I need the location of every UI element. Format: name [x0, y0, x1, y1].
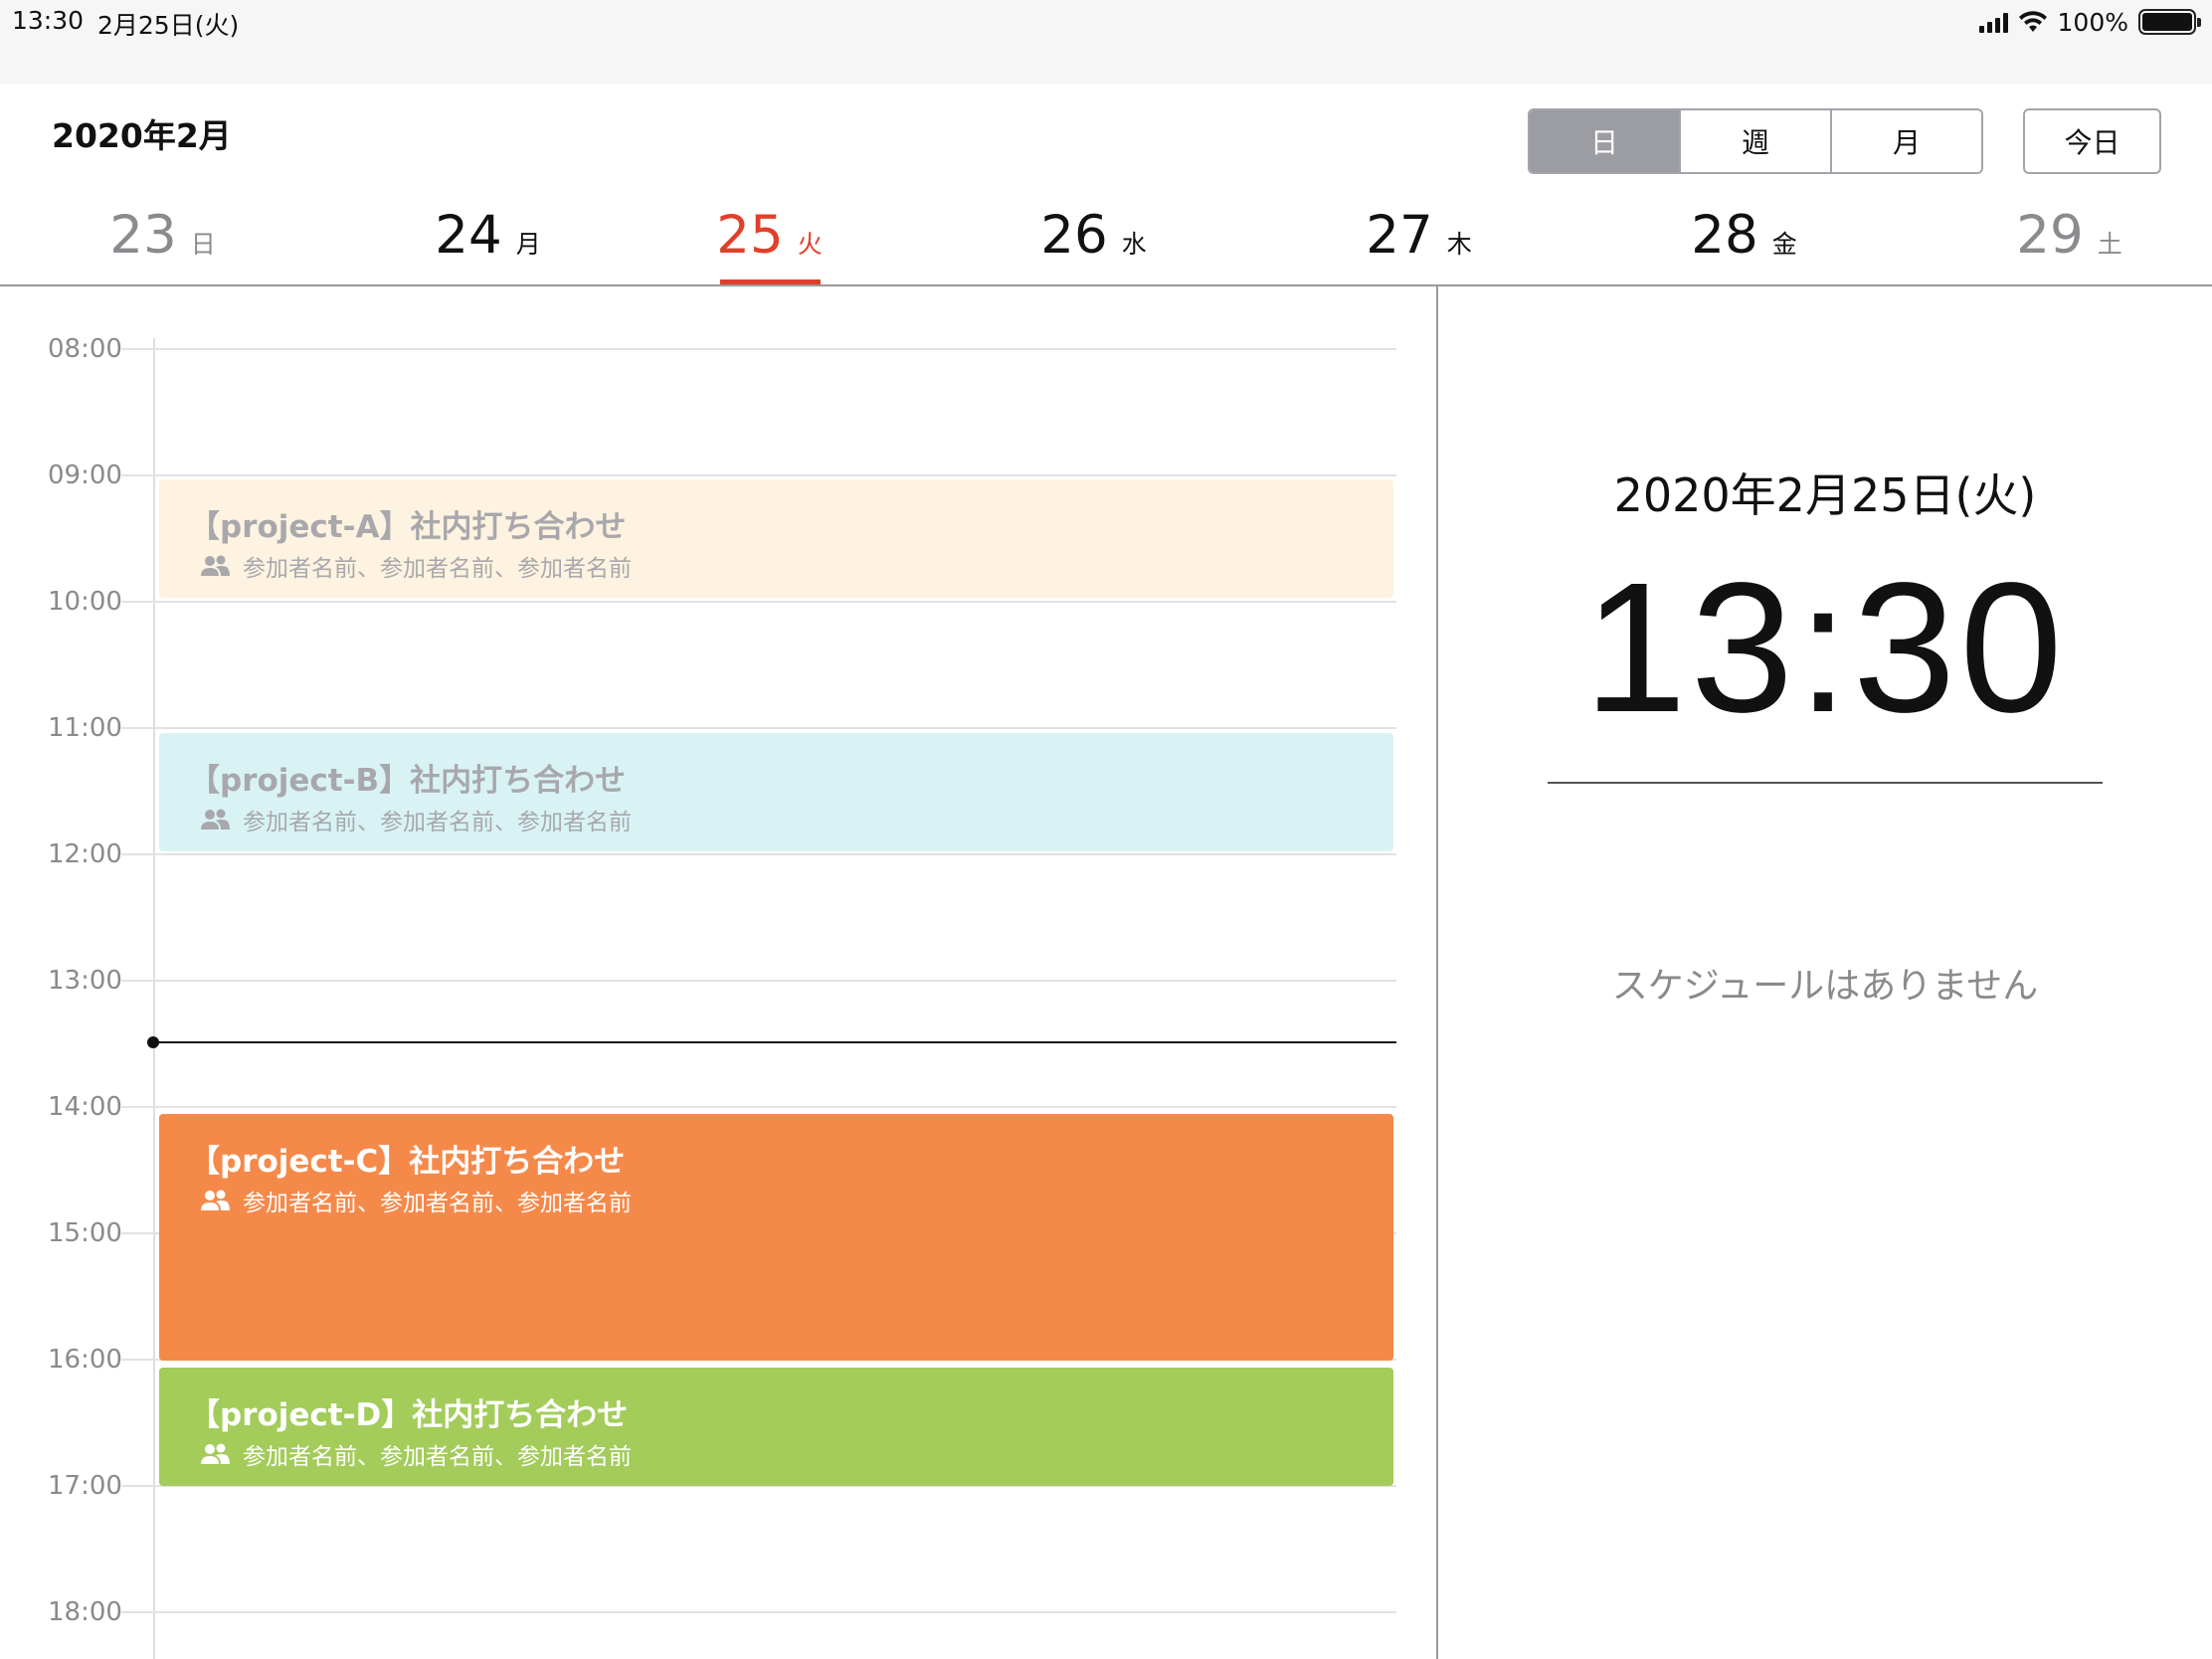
empty-schedule-message: スケジュールはありません — [1611, 966, 2039, 1007]
hour-gridline — [121, 1611, 1396, 1613]
hour-gridline — [121, 853, 1396, 855]
day-weekday: 月 — [515, 230, 541, 259]
day-weekday: 木 — [1446, 230, 1472, 259]
event-attendees-text: 参加者名前、参加者名前、参加者名前 — [243, 1444, 632, 1470]
people-icon — [201, 809, 230, 830]
hour-label: 13:00 — [48, 966, 122, 996]
day-cell-26[interactable]: 26 水 — [931, 195, 1256, 286]
people-icon — [201, 555, 230, 576]
current-time-dot — [147, 1036, 159, 1048]
event-attendees: 参加者名前、参加者名前、参加者名前 — [199, 549, 632, 583]
view-mode-segmented-control: 日 週 月 — [1528, 108, 1983, 174]
hour-label: 08:00 — [48, 334, 122, 364]
hour-gridline — [121, 1106, 1396, 1108]
hour-gridline — [121, 980, 1396, 982]
event-attendees: 参加者名前、参加者名前、参加者名前 — [199, 803, 632, 836]
hour-label: 17:00 — [48, 1471, 122, 1501]
current-time-line — [153, 1041, 1396, 1043]
day-cell-27[interactable]: 27 木 — [1256, 195, 1581, 286]
day-number: 28 — [1691, 205, 1758, 266]
hour-gridline — [121, 348, 1396, 350]
signal-icon — [1978, 11, 2008, 33]
day-number: 23 — [109, 205, 177, 266]
detail-divider — [1548, 782, 2103, 784]
hour-gridline — [121, 727, 1396, 729]
status-bar: 13:30 2月25日(火) 100% — [0, 0, 2212, 84]
month-title: 2020年2月 — [52, 116, 232, 155]
day-weekday: 土 — [2097, 230, 2122, 259]
day-number: 27 — [1366, 205, 1433, 266]
hour-label: 14:00 — [48, 1092, 122, 1122]
detail-date: 2020年2月25日(火) — [1613, 468, 2037, 522]
today-button[interactable]: 今日 — [2023, 108, 2161, 174]
view-month-button[interactable]: 月 — [1830, 110, 1981, 172]
day-number: 26 — [1040, 205, 1108, 266]
day-timeline[interactable]: 08:00 09:00 10:00 11:00 12:00 13:00 14:0… — [0, 286, 1436, 1659]
event-title: 【project-A】社内打ち合わせ — [189, 509, 627, 545]
hour-label: 12:00 — [48, 839, 122, 869]
day-weekday: 水 — [1121, 230, 1147, 259]
view-day-button[interactable]: 日 — [1530, 110, 1679, 172]
day-weekday: 日 — [190, 230, 216, 259]
event-project-c[interactable]: 【project-C】社内打ち合わせ 参加者名前、参加者名前、参加者名前 — [159, 1114, 1393, 1361]
status-time: 13:30 — [12, 6, 85, 35]
event-attendees-text: 参加者名前、参加者名前、参加者名前 — [243, 810, 632, 835]
hour-gridline — [121, 474, 1396, 476]
hour-label: 10:00 — [48, 587, 122, 617]
day-cell-29[interactable]: 29 土 — [1907, 195, 2212, 286]
week-strip: 23 日 24 月 25 火 26 水 27 木 28 金 29 土 — [0, 195, 2212, 286]
event-project-d[interactable]: 【project-D】社内打ち合わせ 参加者名前、参加者名前、参加者名前 — [159, 1368, 1393, 1486]
status-indicators: 100% — [1978, 6, 2201, 38]
day-weekday: 金 — [1771, 230, 1797, 259]
day-number: 25 — [716, 205, 784, 266]
day-cell-28[interactable]: 28 金 — [1581, 195, 1907, 286]
battery-icon — [2138, 9, 2201, 35]
hour-gridline — [121, 601, 1396, 603]
event-title: 【project-C】社内打ち合わせ — [189, 1144, 626, 1180]
event-attendees-text: 参加者名前、参加者名前、参加者名前 — [243, 556, 632, 582]
day-cell-23[interactable]: 23 日 — [0, 195, 325, 286]
day-weekday: 火 — [797, 230, 823, 259]
hour-label: 11:00 — [48, 713, 122, 743]
day-cell-24[interactable]: 24 月 — [325, 195, 650, 286]
event-attendees: 参加者名前、参加者名前、参加者名前 — [199, 1437, 632, 1471]
event-title: 【project-D】社内打ち合わせ — [189, 1397, 629, 1433]
hour-label: 16:00 — [48, 1345, 122, 1375]
hour-label: 18:00 — [48, 1597, 122, 1627]
hour-label: 09:00 — [48, 461, 122, 490]
timeline-axis — [153, 338, 155, 1659]
event-attendees: 参加者名前、参加者名前、参加者名前 — [199, 1184, 632, 1217]
people-icon — [201, 1443, 230, 1464]
battery-percent: 100% — [2057, 7, 2128, 37]
status-date: 2月25日(火) — [97, 11, 240, 40]
view-week-button[interactable]: 週 — [1679, 110, 1830, 172]
day-number: 29 — [2016, 205, 2084, 266]
event-project-a[interactable]: 【project-A】社内打ち合わせ 参加者名前、参加者名前、参加者名前 — [159, 479, 1393, 598]
day-number: 24 — [435, 205, 502, 266]
event-attendees-text: 参加者名前、参加者名前、参加者名前 — [243, 1191, 632, 1216]
wifi-icon — [2018, 11, 2047, 32]
detail-clock: 13:30 — [1583, 545, 2067, 751]
day-cell-25[interactable]: 25 火 — [607, 195, 932, 286]
event-project-b[interactable]: 【project-B】社内打ち合わせ 参加者名前、参加者名前、参加者名前 — [159, 733, 1393, 851]
hour-label: 15:00 — [48, 1218, 122, 1248]
event-title: 【project-B】社内打ち合わせ — [189, 763, 627, 799]
people-icon — [201, 1190, 230, 1210]
